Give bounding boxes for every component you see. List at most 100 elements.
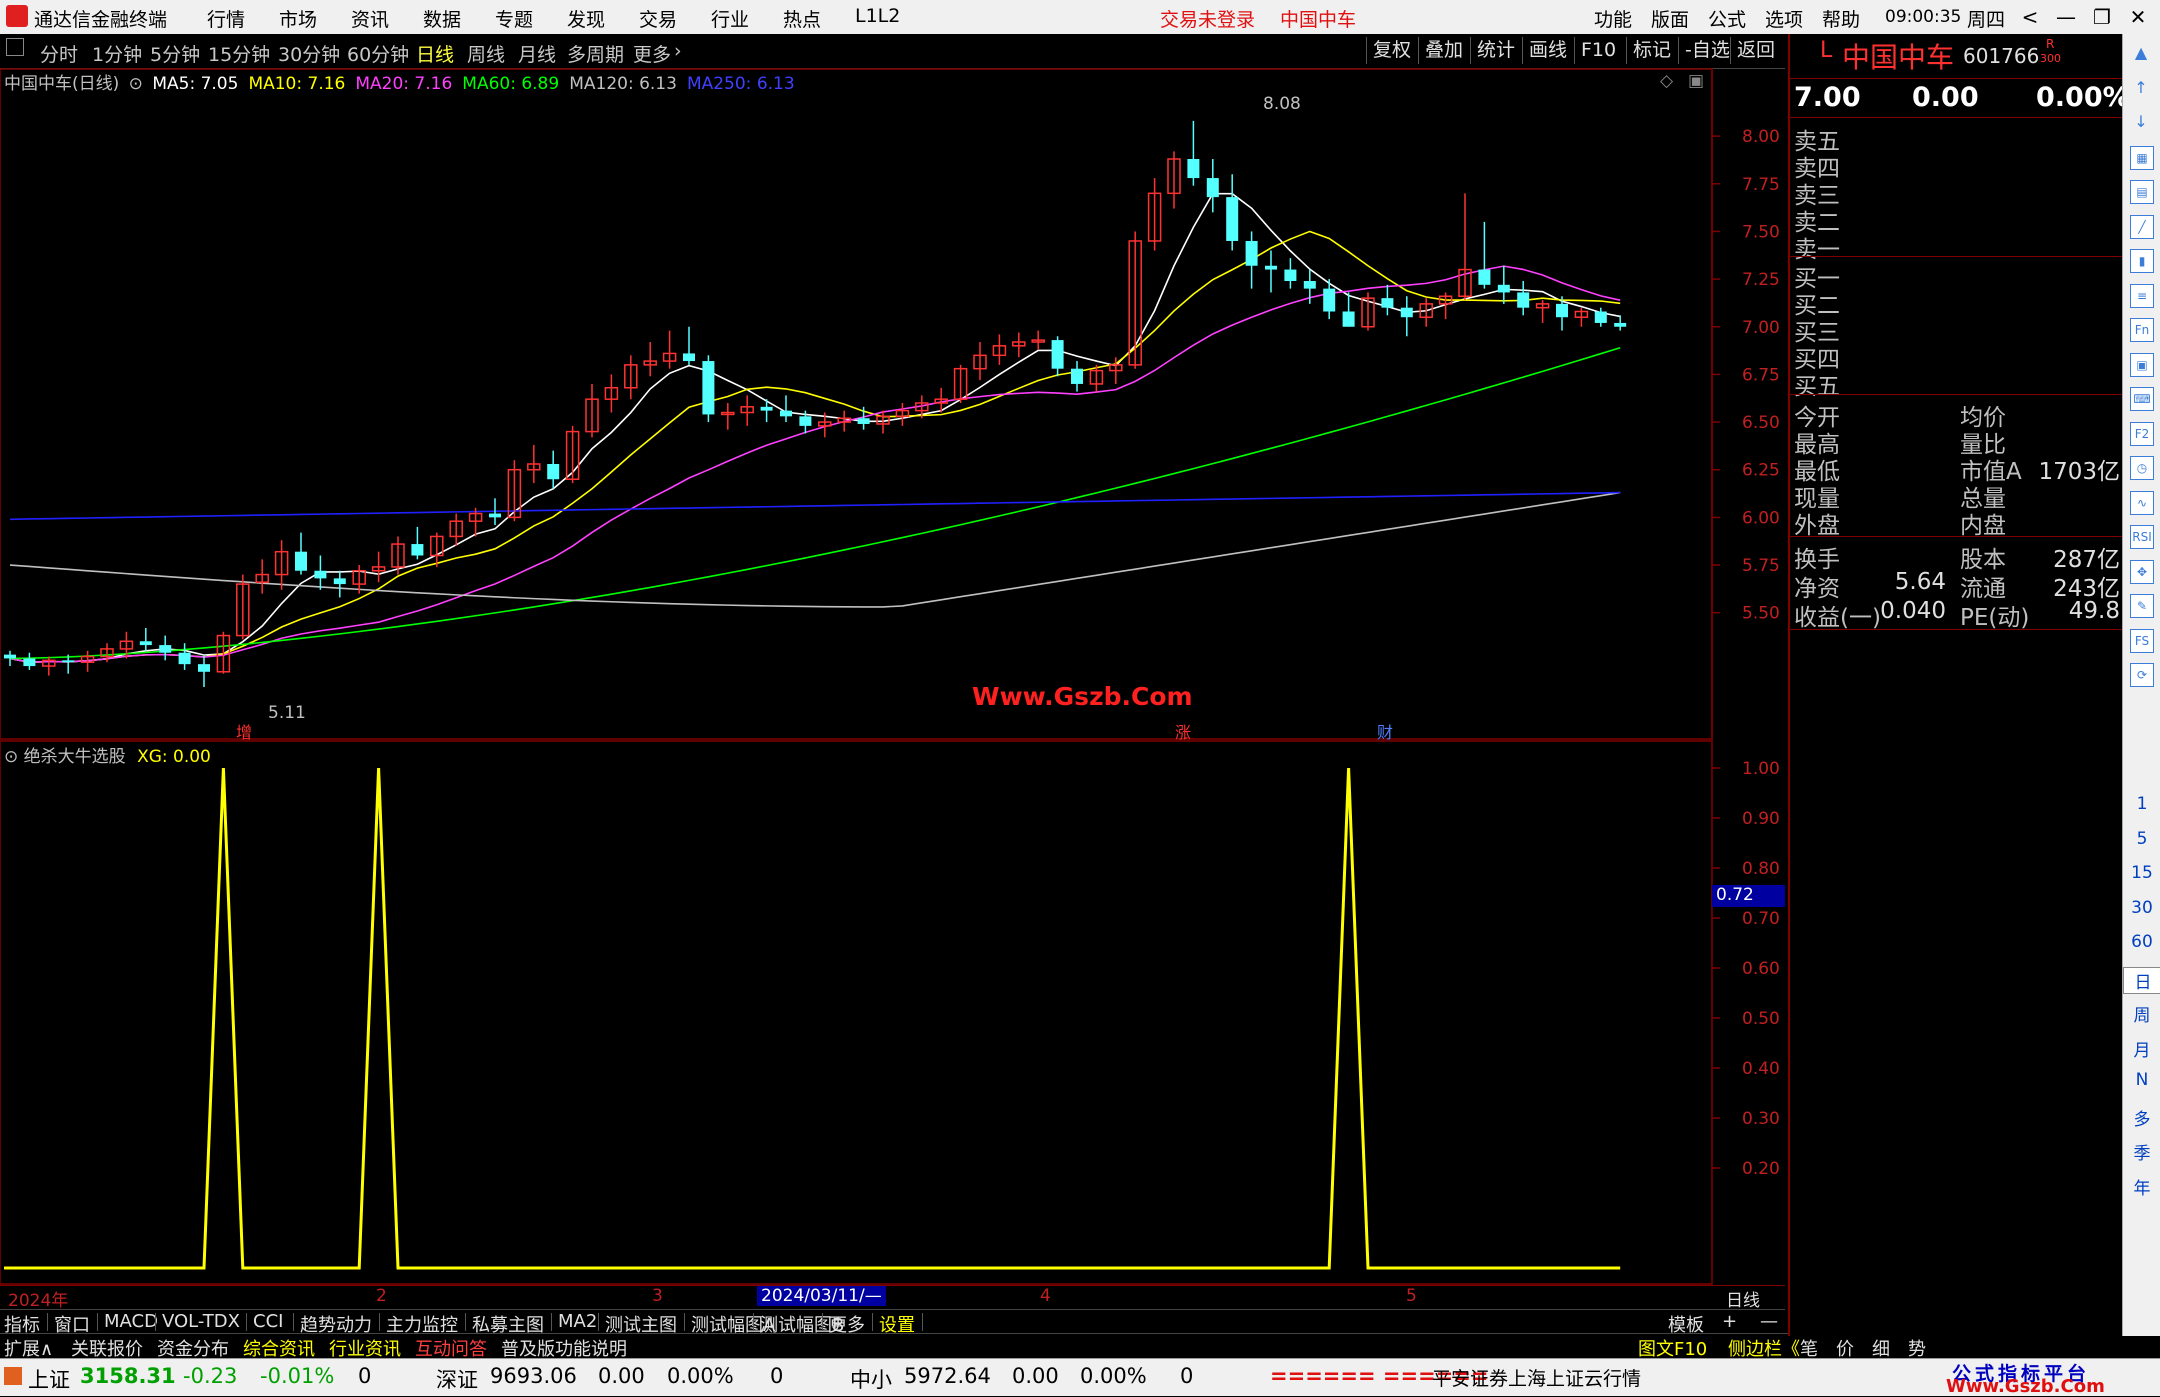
remove-window-button[interactable]: —: [1760, 1311, 1778, 1332]
clock-icon[interactable]: ◷: [2130, 456, 2154, 480]
add-window-button[interactable]: +: [1722, 1311, 1737, 1332]
up-arrow-icon[interactable]: ↑: [2130, 77, 2152, 99]
menu-market[interactable]: 市场: [279, 5, 317, 32]
candle: [314, 555, 327, 590]
indicator-tick-label: 0.90: [1742, 809, 1780, 829]
title-bar: 通达信金融终端 行情 市场 资讯 数据 专题 发现 交易 行业 热点 L1L2 …: [0, 0, 2160, 34]
side-period-7[interactable]: 月: [2123, 1036, 2160, 1061]
menu-news[interactable]: 资讯: [351, 5, 389, 32]
side-period-5[interactable]: 日: [2123, 966, 2160, 994]
period-1min[interactable]: 1分钟: [92, 40, 142, 67]
remove-watchlist-button[interactable]: -自选: [1678, 37, 1736, 64]
k-line-icon[interactable]: ▮: [2130, 249, 2154, 273]
menu-market-quotes[interactable]: 行情: [207, 5, 245, 32]
index-sme-name[interactable]: 中小: [850, 1364, 892, 1394]
expand-icon[interactable]: ▣: [1688, 71, 1704, 91]
f10-icon[interactable]: Fn: [2130, 318, 2154, 342]
index-sme-volume: 0: [1180, 1364, 1194, 1388]
maximize-button[interactable]: ❐: [2085, 2, 2119, 32]
info-tabs: 扩展∧ 关联报价 资金分布 综合资讯 行业资讯 互动问答 普及版功能说明 图文F10 侧边栏《笔…: [0, 1333, 2122, 1360]
chart-icon[interactable]: ▦: [2130, 145, 2154, 170]
statistics-button[interactable]: 统计: [1470, 37, 1521, 64]
menu-data[interactable]: 数据: [423, 5, 461, 32]
period-5min[interactable]: 5分钟: [150, 40, 200, 67]
side-period-0[interactable]: 1: [2123, 794, 2160, 814]
menu-help[interactable]: 帮助: [1822, 5, 1860, 32]
period-more[interactable]: 更多: [633, 40, 671, 67]
price-tick-label: 6.00: [1742, 508, 1780, 528]
side-period-10[interactable]: 季: [2123, 1139, 2160, 1164]
up-triangle-icon[interactable]: ▲: [2130, 42, 2152, 64]
list-icon[interactable]: ≡: [2130, 283, 2154, 308]
period-60min[interactable]: 60分钟: [347, 40, 409, 67]
menu-discover[interactable]: 发现: [567, 5, 605, 32]
side-period-11[interactable]: 年: [2123, 1174, 2160, 1199]
period-multi[interactable]: 多周期: [567, 40, 624, 67]
menu-layout[interactable]: 版面: [1651, 5, 1689, 32]
fs-icon[interactable]: FS: [2130, 628, 2154, 653]
period-monthly[interactable]: 月线: [518, 40, 556, 67]
side-period-2[interactable]: 15: [2123, 863, 2160, 883]
side-period-1[interactable]: 5: [2123, 829, 2160, 849]
index-sme-pct: 0.00%: [1080, 1364, 1147, 1388]
dropdown-circle-icon[interactable]: ⊙: [129, 74, 143, 94]
indicator-tab-8[interactable]: MA2: [558, 1311, 597, 1332]
down-arrow-icon[interactable]: ↓: [2130, 111, 2152, 133]
menu-options[interactable]: 选项: [1765, 5, 1803, 32]
menu-hot[interactable]: 热点: [783, 5, 821, 32]
server-name[interactable]: 平安证券上海上证云行情: [1432, 1364, 1641, 1391]
period-intraday[interactable]: 分时: [40, 40, 78, 67]
kline-chart[interactable]: 8.00 7.75 7.50 7.25 7.00 6.75 6.50 6.25 6.00 5.75…: [0, 68, 1785, 742]
side-period-9[interactable]: 多: [2123, 1105, 2160, 1130]
side-period-8[interactable]: N: [2123, 1070, 2160, 1090]
buy-level-5[interactable]: 买五: [1794, 367, 1840, 401]
return-button[interactable]: 返回: [1730, 37, 1781, 64]
pen-icon[interactable]: ✎: [2130, 594, 2154, 618]
menu-formula[interactable]: 公式: [1708, 5, 1746, 32]
index-sz-name[interactable]: 深证: [436, 1364, 478, 1394]
f10-button[interactable]: F10: [1574, 37, 1622, 64]
indicator-tab-2[interactable]: MACD: [104, 1311, 158, 1332]
period-daily[interactable]: 日线: [416, 40, 454, 67]
move-icon[interactable]: ✥: [2130, 559, 2154, 584]
menu-function[interactable]: 功能: [1594, 5, 1632, 32]
side-period-6[interactable]: 周: [2123, 1001, 2160, 1026]
mark-button[interactable]: 标记: [1626, 37, 1677, 64]
table-icon[interactable]: ▤: [2130, 180, 2154, 204]
period-15min[interactable]: 15分钟: [208, 40, 270, 67]
wave-icon[interactable]: ∿: [2130, 490, 2154, 515]
side-period-3[interactable]: 30: [2123, 898, 2160, 918]
diamond-icon[interactable]: ◇: [1660, 71, 1673, 91]
f2-icon[interactable]: F2: [2130, 421, 2154, 446]
close-button[interactable]: ✕: [2121, 2, 2155, 32]
ma250-line: [9, 491, 1621, 521]
indicator-chart[interactable]: 1.00 0.90 0.80 0.70 0.60 0.50 0.40 0.30 0.20 ⊙ 绝…: [0, 740, 1785, 1285]
minimize-button[interactable]: —: [2049, 2, 2083, 32]
refresh-icon[interactable]: ⟳: [2130, 663, 2154, 687]
line-icon[interactable]: ╱: [2130, 214, 2154, 239]
draw-line-button[interactable]: 画线: [1522, 37, 1573, 64]
menu-topics[interactable]: 专题: [495, 5, 533, 32]
indicator-tab-4[interactable]: CCI: [253, 1311, 283, 1332]
overlay-button[interactable]: 叠加: [1418, 37, 1469, 64]
index-sh-name[interactable]: 上证: [28, 1364, 70, 1394]
candle: [1478, 221, 1491, 289]
indicator-tab-3[interactable]: VOL-TDX: [162, 1311, 240, 1332]
indicator-toggle-icon[interactable]: ⊙: [4, 747, 18, 767]
rsi-icon[interactable]: RSI: [2130, 525, 2154, 549]
indicator-tick-label: 0.70: [1742, 909, 1780, 929]
price-tick-label: 5.75: [1742, 556, 1780, 576]
period-30min[interactable]: 30分钟: [278, 40, 340, 67]
panel-toggle-icon[interactable]: [6, 38, 24, 56]
menu-industry[interactable]: 行业: [711, 5, 749, 32]
candle: [1419, 298, 1433, 327]
news-icon[interactable]: ▣: [2130, 352, 2154, 377]
menu-l1l2[interactable]: L1L2: [855, 5, 900, 27]
restore-rights-button[interactable]: 复权: [1366, 37, 1417, 64]
note-icon[interactable]: ⌨: [2130, 387, 2154, 411]
back-button[interactable]: <: [2013, 2, 2047, 32]
side-period-4[interactable]: 60: [2123, 932, 2160, 952]
menu-trade[interactable]: 交易: [639, 5, 677, 32]
login-status[interactable]: 交易未登录: [1160, 5, 1255, 32]
period-weekly[interactable]: 周线: [467, 40, 505, 67]
